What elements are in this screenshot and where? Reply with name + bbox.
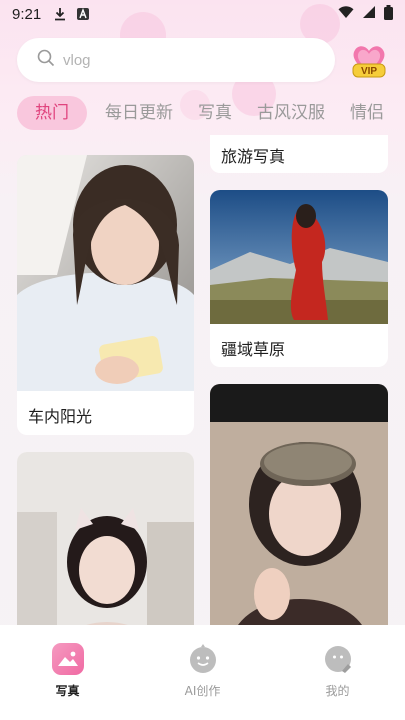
photo-icon xyxy=(51,643,84,675)
feed-card[interactable] xyxy=(210,384,388,625)
feed-card-caption: 疆域草原 xyxy=(221,340,286,359)
nav-ai-create[interactable]: AI创作 xyxy=(158,643,248,699)
nav-label: 写真 xyxy=(55,684,80,698)
feed-card-caption: 旅游写真 xyxy=(221,147,286,166)
ai-face-icon xyxy=(187,643,219,675)
battery-icon xyxy=(384,4,393,24)
feed-card[interactable] xyxy=(17,452,194,625)
vip-label: VIP xyxy=(361,66,377,77)
feed-card-image xyxy=(17,452,194,625)
feed-card-image xyxy=(210,384,388,625)
feed-card[interactable]: 疆域草原 xyxy=(210,190,388,367)
search-icon xyxy=(37,49,55,71)
bottom-navigation: 写真 AI创作 我的 xyxy=(0,625,405,720)
feed-card[interactable]: 车内阳光 xyxy=(17,155,194,435)
nav-mine[interactable]: 我的 xyxy=(293,643,383,699)
vip-button[interactable]: VIP xyxy=(349,40,389,80)
content-feed[interactable]: 旅游写真 车内阳光 疆域草原 xyxy=(0,135,405,625)
search-placeholder: vlog xyxy=(63,51,91,69)
tab-daily-update[interactable]: 每日更新 xyxy=(105,96,173,130)
nav-label: AI创作 xyxy=(184,684,221,698)
category-tabs: 热门 每日更新 写真 古风汉服 情侣 xyxy=(17,95,405,131)
feed-card-image xyxy=(17,155,194,391)
feed-card-caption: 车内阳光 xyxy=(28,407,93,426)
feed-card-image xyxy=(210,190,388,324)
app-notification-icon xyxy=(76,7,90,21)
status-bar: 9:21 xyxy=(0,0,405,28)
tab-hot[interactable]: 热门 xyxy=(17,96,87,130)
nav-portrait[interactable]: 写真 xyxy=(23,643,113,699)
feed-card[interactable]: 旅游写真 xyxy=(210,135,388,173)
status-time: 9:21 xyxy=(12,5,42,23)
wifi-icon xyxy=(338,5,354,23)
tab-hanfu[interactable]: 古风汉服 xyxy=(257,96,325,130)
profile-icon xyxy=(322,643,354,675)
signal-icon xyxy=(362,5,376,23)
tab-couple[interactable]: 情侣 xyxy=(350,96,384,130)
nav-label: 我的 xyxy=(325,684,350,698)
download-icon xyxy=(53,7,67,21)
search-row: vlog VIP xyxy=(17,38,392,84)
search-input[interactable]: vlog xyxy=(17,38,335,82)
tab-portrait[interactable]: 写真 xyxy=(198,96,232,130)
